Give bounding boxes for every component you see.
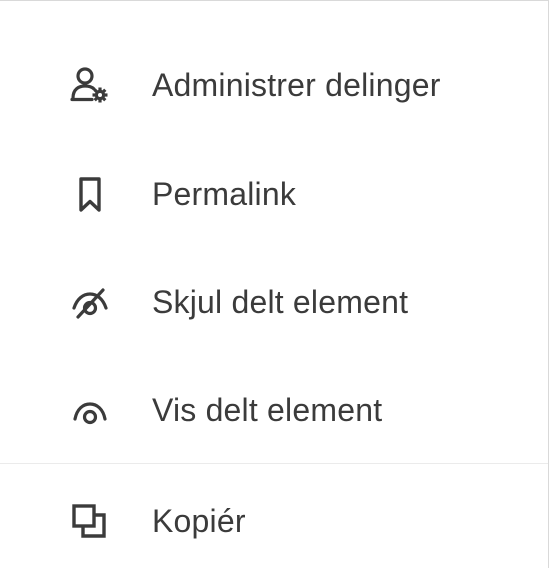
menu-item-manage-sharing[interactable]: Administrer delinger <box>0 31 548 139</box>
menu-item-hide-shared[interactable]: Skjul delt element <box>0 248 548 356</box>
context-menu: Administrer delinger Permalink Skjul del… <box>0 0 549 568</box>
menu-item-copy[interactable]: Kopiér <box>0 467 548 575</box>
menu-item-permalink[interactable]: Permalink <box>0 140 548 248</box>
menu-item-label: Administrer delinger <box>152 66 441 103</box>
manage-sharing-icon <box>68 63 112 107</box>
eye-hidden-icon <box>68 280 112 324</box>
menu-item-label: Permalink <box>152 175 297 212</box>
copy-icon <box>68 499 112 543</box>
menu-item-label: Skjul delt element <box>152 283 409 320</box>
menu-item-label: Vis delt element <box>152 391 383 428</box>
bookmark-icon <box>68 172 112 216</box>
menu-item-show-shared[interactable]: Vis delt element <box>0 356 548 464</box>
menu-item-label: Kopiér <box>152 502 246 539</box>
menu-divider <box>0 463 548 464</box>
eye-icon <box>68 388 112 432</box>
